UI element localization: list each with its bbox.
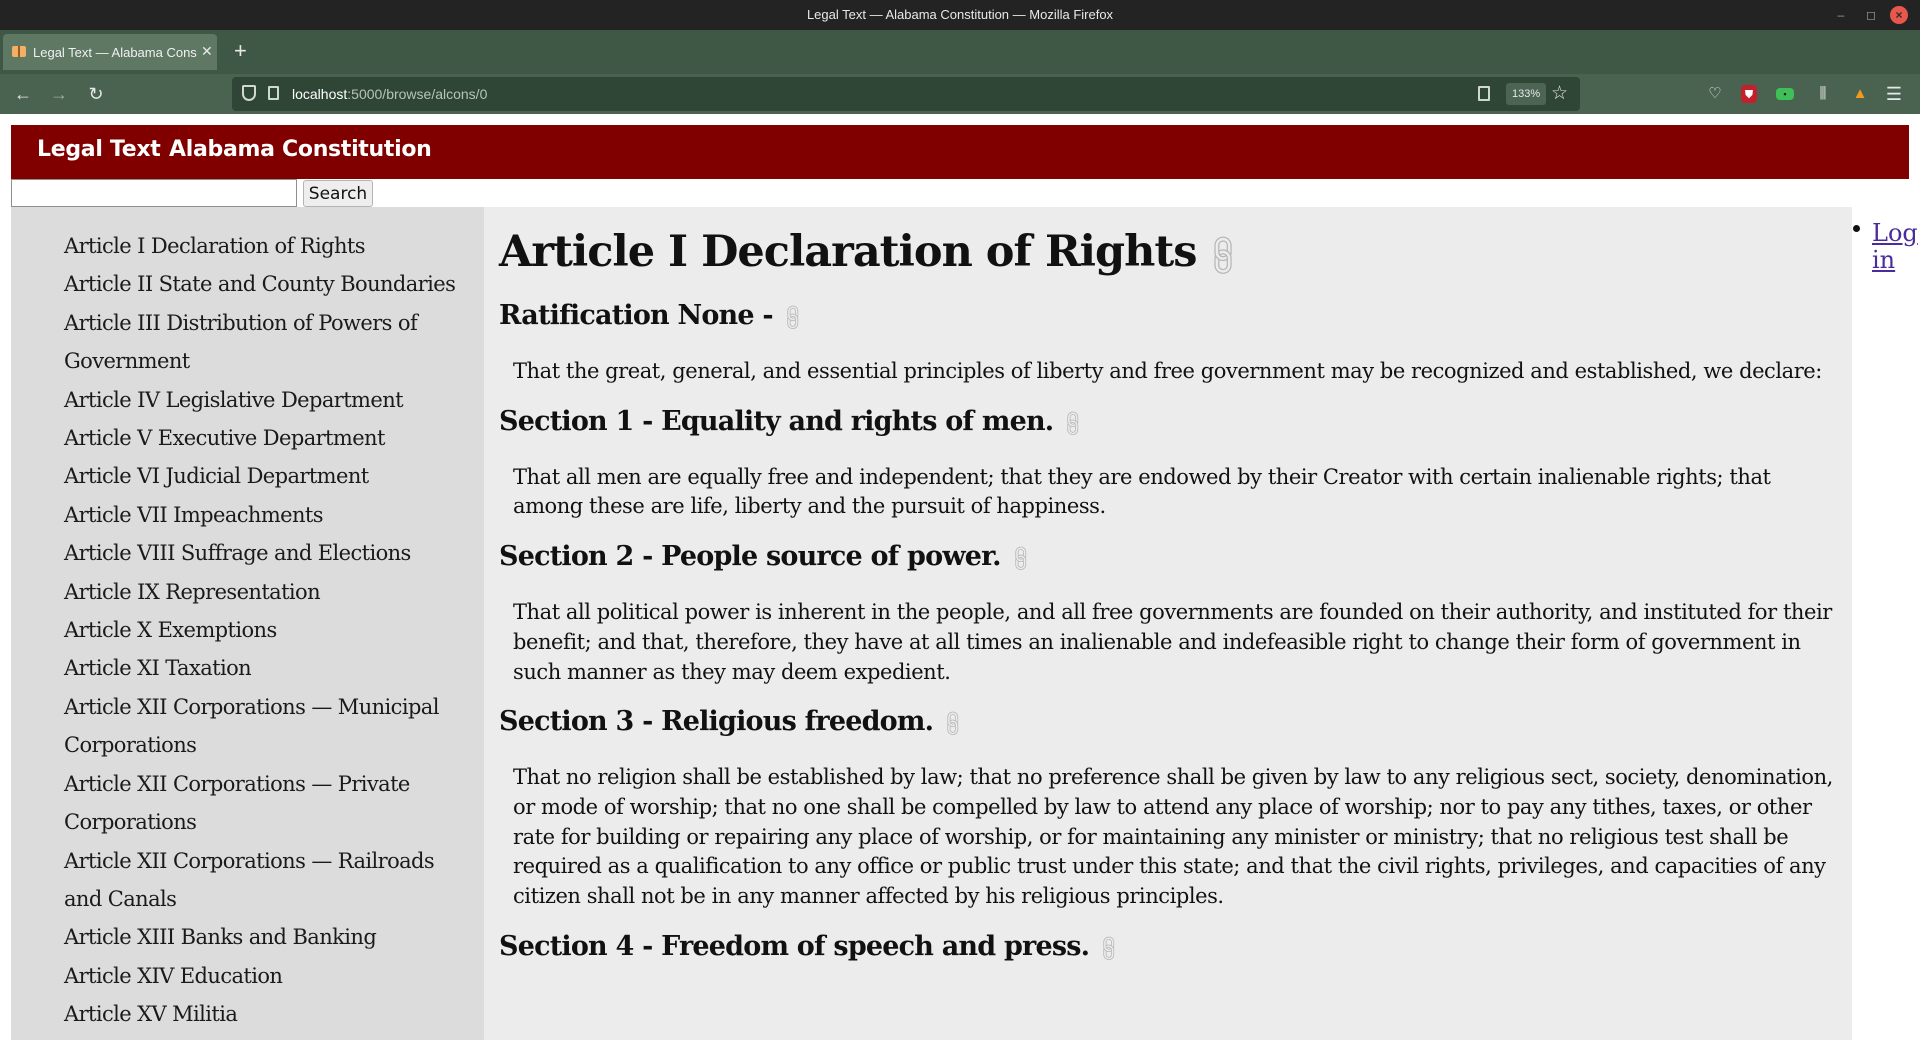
login-link[interactable]: Log in — [1852, 220, 1918, 274]
section-body: That the great, general, and essential p… — [513, 359, 1822, 383]
toc-item[interactable]: Article XII Corporations — Railroads and… — [64, 842, 474, 919]
site-header: Legal Text Alabama Constitution — [11, 125, 1909, 179]
url-host: localhost — [292, 86, 348, 102]
ublock-icon[interactable]: ⛊ — [1741, 85, 1757, 103]
toc-item[interactable]: Article VIII Suffrage and Elections — [64, 534, 474, 572]
link-icon[interactable]: 🔗︎ — [771, 296, 815, 340]
forward-icon[interactable]: → — [47, 82, 71, 106]
section-heading: Section 2 - People source of power. 🔗︎ — [499, 538, 1839, 578]
tab-bar: Legal Text — Alabama Cons ✕ — [0, 30, 1920, 74]
zoom-level[interactable]: 133% — [1506, 83, 1547, 105]
maximize-icon[interactable]: ◻ — [1862, 6, 1880, 24]
toc-list: Article I Declaration of Rights Article … — [64, 227, 474, 1034]
link-icon[interactable]: 🔗︎ — [1051, 402, 1095, 446]
toc-item[interactable]: Article VII Impeachments — [64, 496, 474, 534]
url-bar[interactable]: localhost:5000/browse/alcons/0 133% ☆ — [232, 77, 1580, 111]
url-path: :5000/browse/alcons/0 — [347, 86, 488, 102]
toc-item[interactable]: Article XII Corporations — Private Corpo… — [64, 765, 474, 842]
brand-link[interactable]: Legal Text — [37, 137, 161, 162]
reload-icon[interactable]: ↻ — [84, 82, 108, 106]
section-heading-text: Ratification None - — [499, 300, 774, 331]
search-button[interactable]: Search — [303, 180, 373, 207]
toc-item[interactable]: Article II State and County Boundaries — [64, 265, 474, 303]
hamburger-menu-icon[interactable]: ☰ — [1884, 84, 1904, 104]
window-titlebar: Legal Text — Alabama Constitution — Mozi… — [0, 0, 1920, 30]
toc-item[interactable]: Article XI Taxation — [64, 649, 474, 687]
link-icon[interactable]: 🔗︎ — [931, 702, 975, 746]
tab-label: Legal Text — Alabama Cons — [33, 45, 197, 60]
link-icon[interactable]: 🔗︎ — [999, 537, 1043, 581]
toc-item[interactable]: Article V Executive Department — [64, 419, 474, 457]
main-content: Article I Declaration of Rights🔗︎ Ratifi… — [484, 207, 1852, 1040]
bookmark-star-icon[interactable]: ☆ — [1551, 82, 1568, 105]
sidebar-toc: Article I Declaration of Rights Article … — [11, 207, 484, 1040]
section-body: That no religion shall be established by… — [513, 765, 1833, 909]
pocket-icon[interactable]: ♡ — [1705, 84, 1725, 104]
login-area: Log in — [1852, 207, 1920, 307]
extension-icon[interactable]: ▪ — [1776, 88, 1794, 100]
toc-item[interactable]: Article III Distribution of Powers of Go… — [64, 304, 474, 381]
window-title: Legal Text — Alabama Constitution — Mozi… — [806, 7, 1114, 22]
extension-triangle-icon[interactable]: ▲ — [1850, 84, 1870, 104]
close-window-icon[interactable]: × — [1890, 6, 1908, 24]
article-heading-text: Article I Declaration of Rights — [499, 227, 1197, 277]
section-heading-text: Section 1 - Equality and rights of men. — [499, 405, 1054, 437]
page-viewport: Legal Text Alabama Constitution Search A… — [0, 114, 1920, 1040]
page-info-icon[interactable] — [268, 86, 279, 100]
section-heading: Ratification None - 🔗︎ — [499, 297, 1839, 337]
url-text[interactable]: localhost:5000/browse/alcons/0 — [292, 86, 487, 102]
toc-item[interactable]: Article XIII Banks and Banking — [64, 918, 474, 956]
toc-item[interactable]: Article IV Legislative Department — [64, 381, 474, 419]
section-heading: Section 1 - Equality and rights of men. 🔗… — [499, 403, 1839, 443]
tab-legal-text[interactable]: Legal Text — Alabama Cons ✕ — [3, 34, 217, 70]
toc-item[interactable]: Article XII Corporations — Municipal Cor… — [64, 688, 474, 765]
library-icon[interactable]: ⫼ — [1813, 84, 1833, 104]
article-content: Article I Declaration of Rights🔗︎ Ratifi… — [499, 223, 1839, 968]
toc-item[interactable]: Article VI Judicial Department — [64, 457, 474, 495]
toc-item[interactable]: Article XIV Education — [64, 957, 474, 995]
close-tab-icon[interactable]: ✕ — [201, 43, 213, 60]
section-heading-text: Section 4 - Freedom of speech and press. — [499, 930, 1090, 962]
section-body: That all men are equally free and indepe… — [513, 464, 1771, 519]
new-tab-icon[interactable]: + — [234, 40, 247, 62]
section-heading: Section 4 - Freedom of speech and press.… — [499, 928, 1839, 968]
reader-view-icon[interactable] — [1478, 86, 1490, 101]
section-heading: Section 3 - Religious freedom. 🔗︎ — [499, 703, 1839, 743]
back-icon[interactable]: ← — [11, 82, 35, 106]
toc-item[interactable]: Article X Exemptions — [64, 611, 474, 649]
link-icon[interactable]: 🔗︎ — [1087, 927, 1131, 971]
section-body: That all political power is inherent in … — [513, 600, 1832, 684]
toc-item[interactable]: Article XV Militia — [64, 995, 474, 1033]
section-heading-text: Section 3 - Religious freedom. — [499, 706, 934, 738]
toc-item[interactable]: Article IX Representation — [64, 573, 474, 611]
section-heading-text: Section 2 - People source of power. — [499, 541, 1002, 573]
minimize-icon[interactable]: – — [1832, 6, 1850, 24]
link-icon[interactable]: 🔗︎ — [1190, 222, 1258, 290]
toc-item[interactable]: Article I Declaration of Rights — [64, 227, 474, 265]
book-icon — [12, 46, 26, 57]
search-input[interactable] — [11, 179, 297, 207]
article-heading: Article I Declaration of Rights🔗︎ — [499, 223, 1839, 285]
nav-bar: ← → ↻ localhost:5000/browse/alcons/0 133… — [0, 74, 1920, 114]
document-title-link[interactable]: Alabama Constitution — [169, 137, 432, 162]
shield-icon[interactable] — [242, 85, 256, 101]
